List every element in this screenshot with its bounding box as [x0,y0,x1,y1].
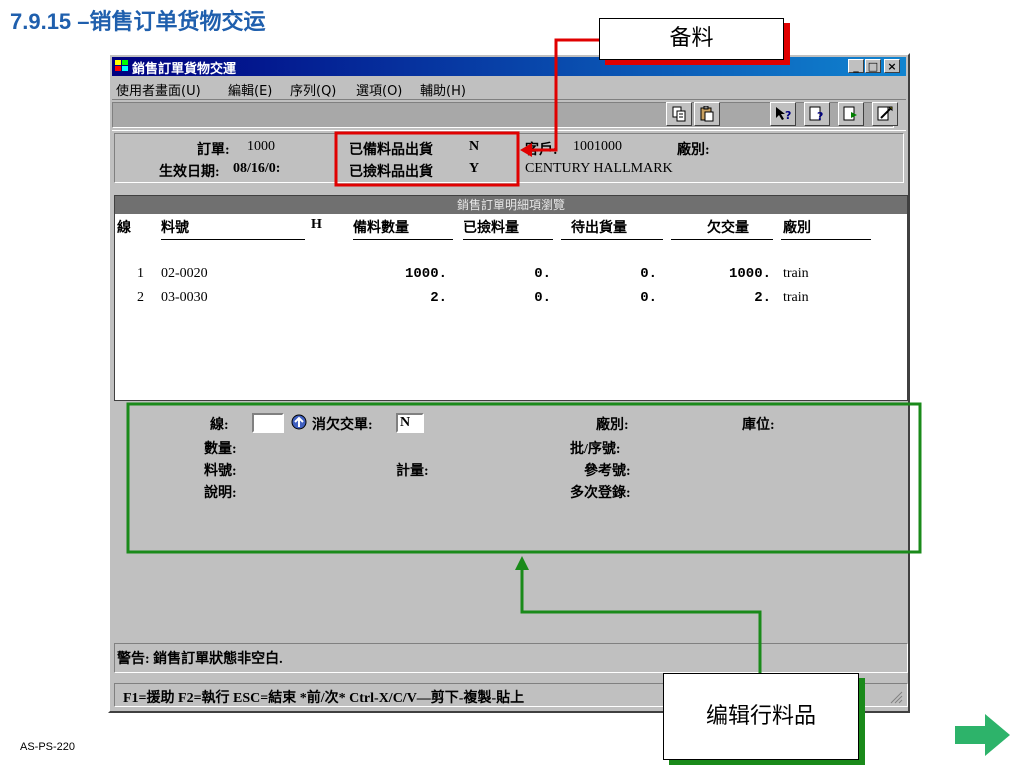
red-connector [530,38,599,152]
detail-highlight-box [126,402,922,554]
slide-footer-code: AS-PS-220 [20,741,76,753]
green-connector [520,568,762,673]
edit-line-callout: 编辑行料品 [663,673,859,760]
prepared-highlight-box [334,131,520,187]
green-arrowhead [515,556,529,570]
prepare-callout: 备料 [599,18,784,60]
next-slide-arrow-icon[interactable] [955,713,1011,757]
annotation-layer [126,38,922,673]
red-arrowhead [520,143,532,157]
